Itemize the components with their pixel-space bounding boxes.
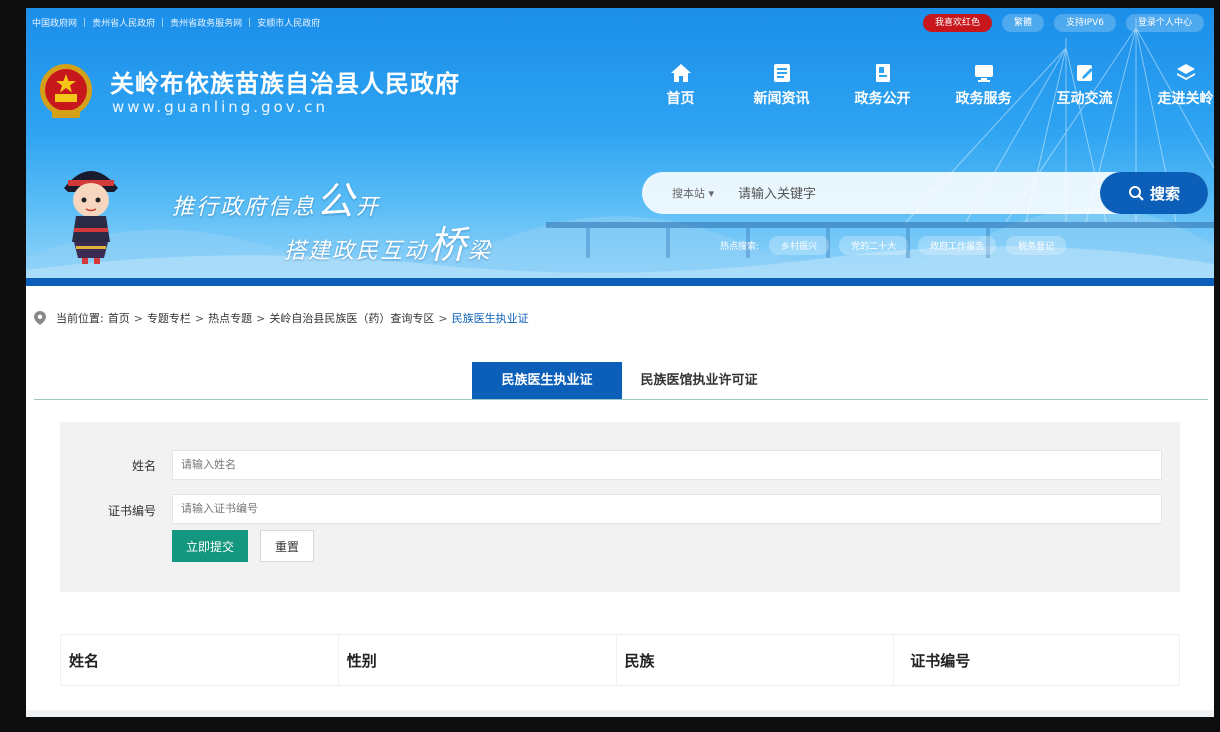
site-search: 搜本站 ▾ 搜索: [642, 172, 1208, 214]
location-pin-icon: [34, 311, 46, 325]
search-input[interactable]: [738, 180, 1078, 206]
ipv6-badge[interactable]: 支持IPV6: [1054, 14, 1116, 32]
nav-gov-service[interactable]: 政务服务: [933, 62, 1034, 108]
top-link-guizhou[interactable]: 贵州省人民政府: [92, 16, 155, 29]
cert-number-input[interactable]: [172, 494, 1162, 524]
name-label: 姓名: [131, 459, 156, 473]
main-nav: 首页 新闻资讯 政务公开 政务服务 互动交流 走进关岭: [630, 62, 1214, 108]
top-link-anshun[interactable]: 安顺市人民政府: [257, 16, 320, 29]
nav-label: 走进关岭: [1157, 91, 1214, 107]
service-icon: [974, 65, 993, 82]
breadcrumb-current[interactable]: 民族医生执业证: [452, 310, 529, 326]
hot-search-item[interactable]: 税务登记: [1006, 236, 1067, 255]
tab-doctor-license[interactable]: 民族医生执业证: [472, 362, 622, 399]
document-icon: [875, 64, 890, 82]
nav-home[interactable]: 首页: [630, 62, 731, 108]
nav-label: 政务公开: [854, 91, 911, 107]
query-form: 姓名 证书编号 立即提交 重置: [60, 422, 1180, 592]
layers-icon: [1176, 64, 1195, 80]
mascot-illustration: [64, 171, 118, 264]
breadcrumb-home[interactable]: 首页: [108, 310, 130, 326]
hot-search-item[interactable]: 乡村振兴: [769, 236, 830, 255]
reset-button[interactable]: 重置: [260, 530, 314, 562]
breadcrumb-label: 当前位置:: [56, 312, 104, 325]
news-icon: [773, 64, 790, 82]
national-emblem-icon: [40, 64, 92, 118]
cert-label: 证书编号: [107, 504, 156, 518]
tab-clinic-license[interactable]: 民族医馆执业许可证: [624, 362, 774, 399]
traditional-chinese-button[interactable]: 繁體: [1002, 14, 1045, 32]
bottom-band: [26, 710, 1214, 717]
home-icon: [670, 64, 691, 82]
result-table-header: 姓名 性别 民族 证书编号: [60, 634, 1180, 686]
breadcrumb-query-zone[interactable]: 关岭自治县民族医（药）查询专区: [269, 310, 434, 326]
query-tabs: 民族医生执业证 民族医馆执业许可证: [34, 362, 1208, 400]
top-link-guizhou-service[interactable]: 贵州省政务服务网: [170, 16, 242, 29]
site-url: www.guanling.gov.cn: [112, 98, 328, 116]
hot-search: 热点搜索: 乡村振兴 党的二十大 政府工作报告 税务登记: [720, 236, 1067, 255]
slogan-line-2: 搭建政民互动桥梁: [284, 223, 493, 267]
nav-news[interactable]: 新闻资讯: [731, 62, 832, 108]
edit-icon: [1076, 65, 1093, 81]
header-divider: [26, 278, 1214, 286]
top-links: 中国政府网 | 贵州省人民政府 | 贵州省政务服务网 | 安顺市人民政府: [32, 16, 321, 30]
chevron-down-icon: ▾: [708, 187, 715, 200]
submit-button[interactable]: 立即提交: [172, 530, 248, 562]
search-icon: [1128, 186, 1144, 201]
column-header-cert-number: 证书编号: [910, 651, 971, 670]
hot-search-item[interactable]: 政府工作报告: [918, 236, 997, 255]
nav-about[interactable]: 走进关岭: [1135, 62, 1214, 108]
breadcrumb-hot-topics[interactable]: 热点专题: [208, 310, 252, 326]
nav-label: 互动交流: [1056, 91, 1113, 107]
breadcrumb: 当前位置: 首页 > 专题专栏 > 热点专题 > 关岭自治县民族医（药）查询专区…: [34, 310, 529, 326]
nav-gov-open[interactable]: 政务公开: [832, 62, 933, 108]
top-actions: 我喜欢红色 繁體 支持IPV6 登录个人中心: [922, 14, 1204, 32]
search-button[interactable]: 搜索: [1100, 172, 1208, 214]
hot-search-item[interactable]: 党的二十大: [839, 236, 909, 255]
top-link-gov[interactable]: 中国政府网: [32, 16, 77, 29]
nav-label: 政务服务: [955, 91, 1012, 107]
nav-interaction[interactable]: 互动交流: [1034, 62, 1135, 108]
breadcrumb-topics[interactable]: 专题专栏: [147, 310, 191, 326]
page: 中国政府网 | 贵州省人民政府 | 贵州省政务服务网 | 安顺市人民政府 我喜欢红色 …: [26, 8, 1214, 717]
site-header: 中国政府网 | 贵州省人民政府 | 贵州省政务服务网 | 安顺市人民政府 我喜欢红色 …: [26, 8, 1214, 286]
login-button[interactable]: 登录个人中心: [1125, 14, 1204, 32]
red-theme-button[interactable]: 我喜欢红色: [922, 14, 992, 32]
column-header-ethnicity: 民族: [617, 635, 895, 685]
site-title[interactable]: 关岭布依族苗族自治县人民政府: [110, 64, 460, 99]
nav-label: 首页: [666, 91, 695, 107]
column-header-gender: 性别: [339, 635, 617, 685]
column-header-name: 姓名: [61, 635, 339, 685]
hot-search-label: 热点搜索:: [720, 242, 760, 252]
nav-label: 新闻资讯: [753, 91, 810, 107]
search-scope-select[interactable]: 搜本站 ▾: [672, 185, 714, 201]
name-input[interactable]: [172, 450, 1162, 480]
